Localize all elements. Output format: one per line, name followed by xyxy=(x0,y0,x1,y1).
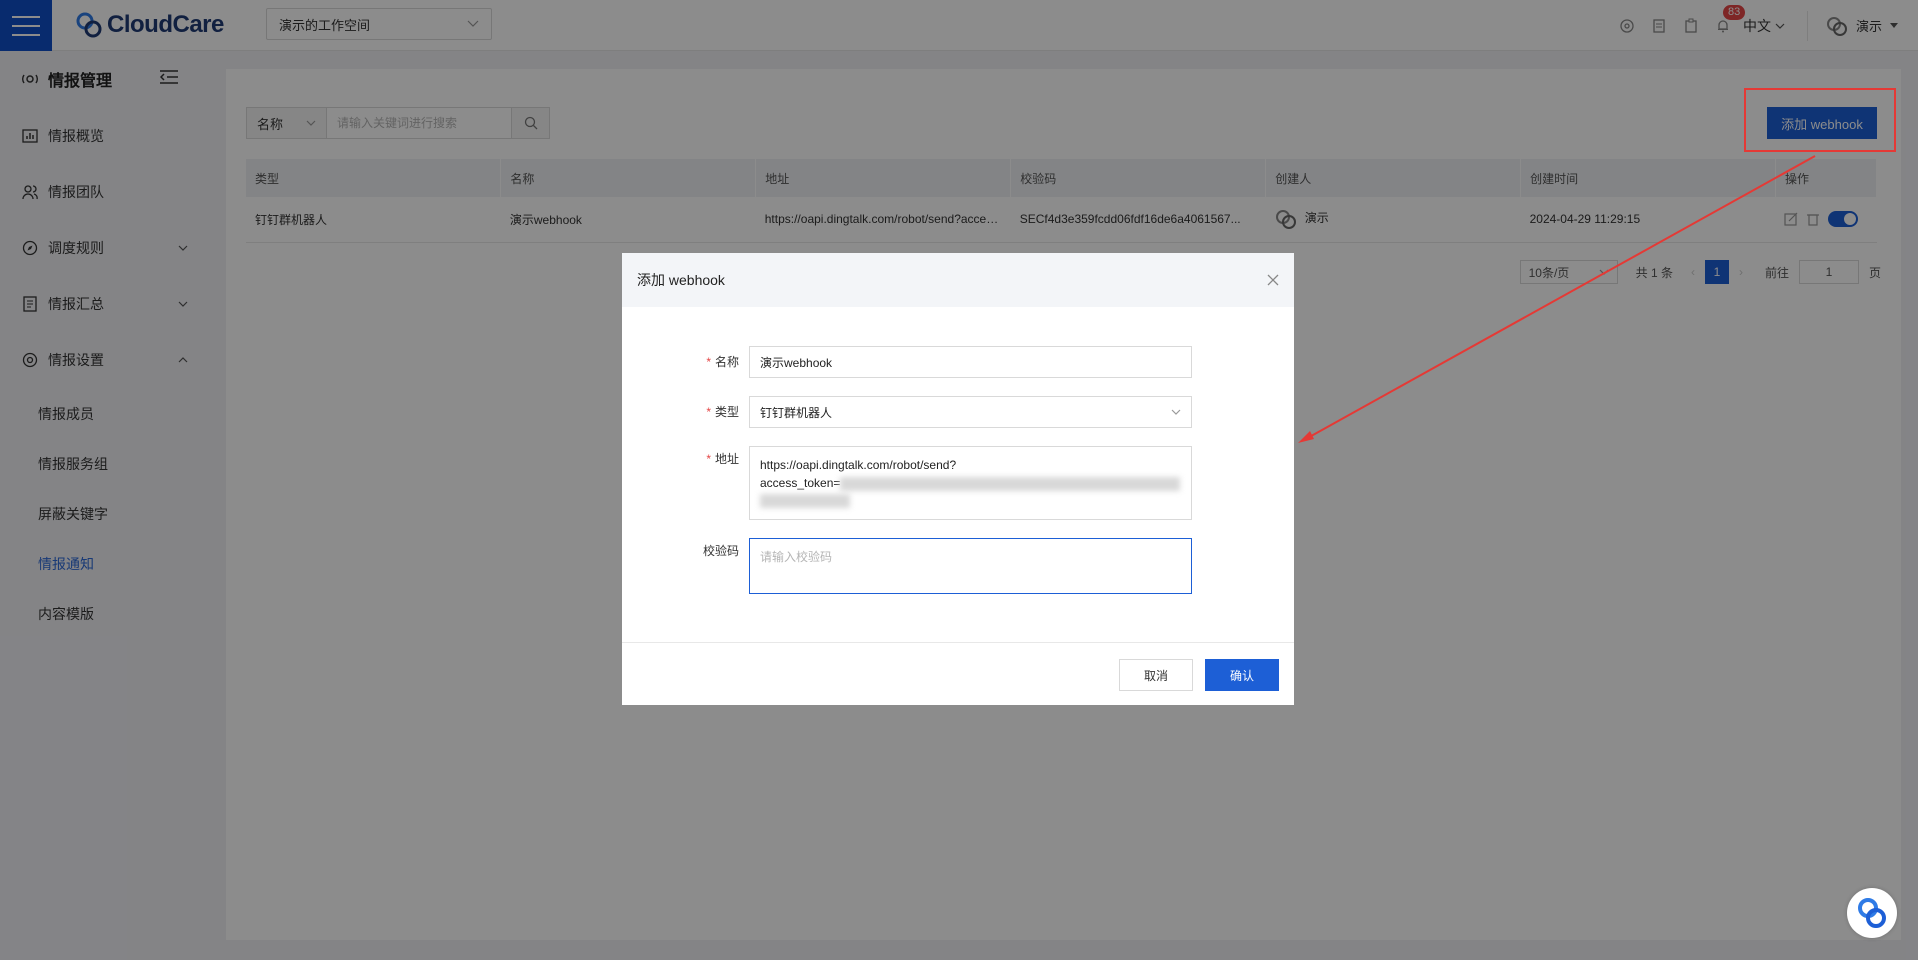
address-token-line: access_token= xyxy=(760,474,1181,492)
address-field[interactable]: https://oapi.dingtalk.com/robot/send? ac… xyxy=(749,446,1192,520)
type-label-text: 类型 xyxy=(714,405,739,419)
address-label-text: 地址 xyxy=(714,452,739,466)
dialog-title: 添加 webhook xyxy=(637,272,725,288)
name-field[interactable]: 演示webhook xyxy=(749,346,1192,378)
dialog-header: 添加 webhook xyxy=(622,253,1294,307)
secret-label: 校验码 xyxy=(702,544,739,558)
type-row: * 类型 钉钉群机器人 xyxy=(622,396,1192,428)
address-line: https://oapi.dingtalk.com/robot/send? xyxy=(760,458,957,472)
address-token-prefix: access_token= xyxy=(760,476,841,490)
secret-field[interactable]: 请输入校验码 xyxy=(749,538,1192,594)
annotation-highlight-box xyxy=(1744,88,1896,152)
name-label-text: 名称 xyxy=(714,355,739,369)
secret-row: 校验码 请输入校验码 xyxy=(622,538,1192,594)
close-icon[interactable] xyxy=(1267,274,1279,286)
cloudcare-logo-icon xyxy=(1858,898,1886,928)
address-label: * 地址 xyxy=(706,452,739,466)
dialog-footer: 取消 确认 xyxy=(622,642,1294,705)
type-label: * 类型 xyxy=(706,405,739,419)
type-select[interactable]: 钉钉群机器人 xyxy=(749,396,1192,428)
name-row: * 名称 演示webhook xyxy=(622,346,1192,378)
redacted-token xyxy=(760,494,850,508)
address-row: * 地址 https://oapi.dingtalk.com/robot/send… xyxy=(622,446,1192,520)
confirm-button[interactable]: 确认 xyxy=(1205,659,1279,691)
assistant-float-button[interactable] xyxy=(1847,888,1897,938)
add-webhook-dialog: 添加 webhook * 名称 演示webhook * 类型 钉钉群机器人 * 地址 … xyxy=(622,253,1294,705)
redacted-token xyxy=(840,476,1181,491)
name-label: * 名称 xyxy=(706,355,739,369)
cancel-button[interactable]: 取消 xyxy=(1119,659,1193,691)
type-value: 钉钉群机器人 xyxy=(760,405,833,420)
chevron-down-icon xyxy=(1171,409,1181,415)
